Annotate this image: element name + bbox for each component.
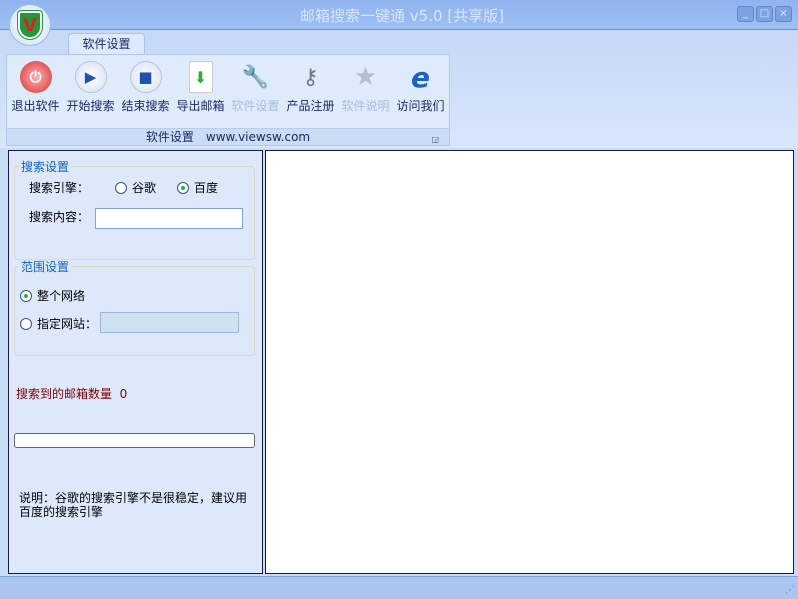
group-label: 软件设置	[145, 130, 194, 144]
radio-icon	[20, 317, 32, 330]
stop-search-button[interactable]: ■ 结束搜索	[118, 61, 173, 114]
results-area[interactable]	[265, 150, 794, 574]
ribbon: 软件设置 ⏻ 退出软件 ▶ 开始搜索 ■ 结束搜索 ⬇ 导出邮箱 🔧 软件设置 ⚷ 产品注册…	[0, 30, 798, 148]
engine-label: 搜索引擎：	[29, 181, 90, 195]
power-icon: ⏻	[19, 61, 52, 93]
ie-icon: e	[411, 60, 430, 94]
radio-icon	[20, 289, 32, 302]
radio-icon	[115, 181, 127, 194]
search-content-input[interactable]	[95, 208, 243, 229]
search-settings-legend: 搜索设置	[21, 160, 70, 174]
start-search-button[interactable]: ▶ 开始搜索	[63, 61, 118, 114]
radio-google[interactable]: 谷歌	[115, 179, 156, 196]
shield-logo-icon: V	[17, 10, 43, 40]
visit-us-button[interactable]: e 访问我们	[393, 61, 448, 114]
tab-software-settings[interactable]: 软件设置	[68, 33, 145, 54]
radio-icon	[177, 181, 189, 194]
ribbon-panel: ⏻ 退出软件 ▶ 开始搜索 ■ 结束搜索 ⬇ 导出邮箱 🔧 软件设置 ⚷ 产品注册 ★ 软件说…	[6, 54, 450, 146]
scope-settings-legend: 范围设置	[21, 260, 70, 274]
product-register-button[interactable]: ⚷ 产品注册	[283, 61, 338, 114]
settings-panel: 搜索设置 搜索引擎： 谷歌 百度 搜索内容： 范围设置 整个网络 指定网站： 搜…	[8, 150, 263, 574]
keys-icon: ⚷	[302, 64, 319, 90]
software-settings-button[interactable]: 🔧 软件设置	[228, 61, 283, 114]
website-link[interactable]: www.viewsw.com	[206, 130, 310, 144]
email-count-value: 0	[119, 387, 128, 401]
email-count: 搜索到的邮箱数量 0	[16, 387, 128, 401]
scope-settings-group: 范围设置	[14, 258, 255, 356]
dialog-launcher-icon[interactable]: ◲	[431, 132, 439, 148]
title-bar: 邮箱搜索一键通 v5.0 [共享版] _ □ ×	[0, 0, 798, 30]
radio-baidu[interactable]: 百度	[177, 179, 218, 196]
software-help-button[interactable]: ★ 软件说明	[338, 61, 393, 114]
play-icon: ▶	[74, 61, 107, 93]
export-file-icon: ⬇	[188, 61, 213, 93]
ribbon-group-footer: 软件设置 www.viewsw.com ◲	[7, 128, 449, 145]
search-progress-bar	[14, 433, 255, 448]
stop-icon: ■	[129, 61, 162, 93]
note-text: 说明：谷歌的搜索引擎不是很稳定，建议用百度的搜索引擎	[19, 491, 248, 519]
window-title: 邮箱搜索一键通 v5.0 [共享版]	[300, 7, 504, 25]
maximize-button[interactable]: □	[756, 6, 773, 22]
site-input[interactable]	[100, 312, 239, 333]
radio-whole-network[interactable]: 整个网络	[20, 287, 85, 304]
export-email-button[interactable]: ⬇ 导出邮箱	[173, 61, 228, 114]
star-icon: ★	[353, 62, 378, 92]
resize-grip-icon[interactable]: ⋰	[785, 585, 795, 596]
tools-icon: 🔧	[241, 64, 270, 90]
close-button[interactable]: ×	[775, 6, 792, 22]
status-bar: ⋰	[0, 576, 798, 599]
app-logo[interactable]: V	[9, 4, 51, 46]
content-label: 搜索内容：	[29, 210, 90, 224]
exit-button[interactable]: ⏻ 退出软件	[8, 61, 63, 114]
radio-specific-site[interactable]: 指定网站：	[20, 315, 97, 332]
minimize-button[interactable]: _	[737, 6, 754, 22]
